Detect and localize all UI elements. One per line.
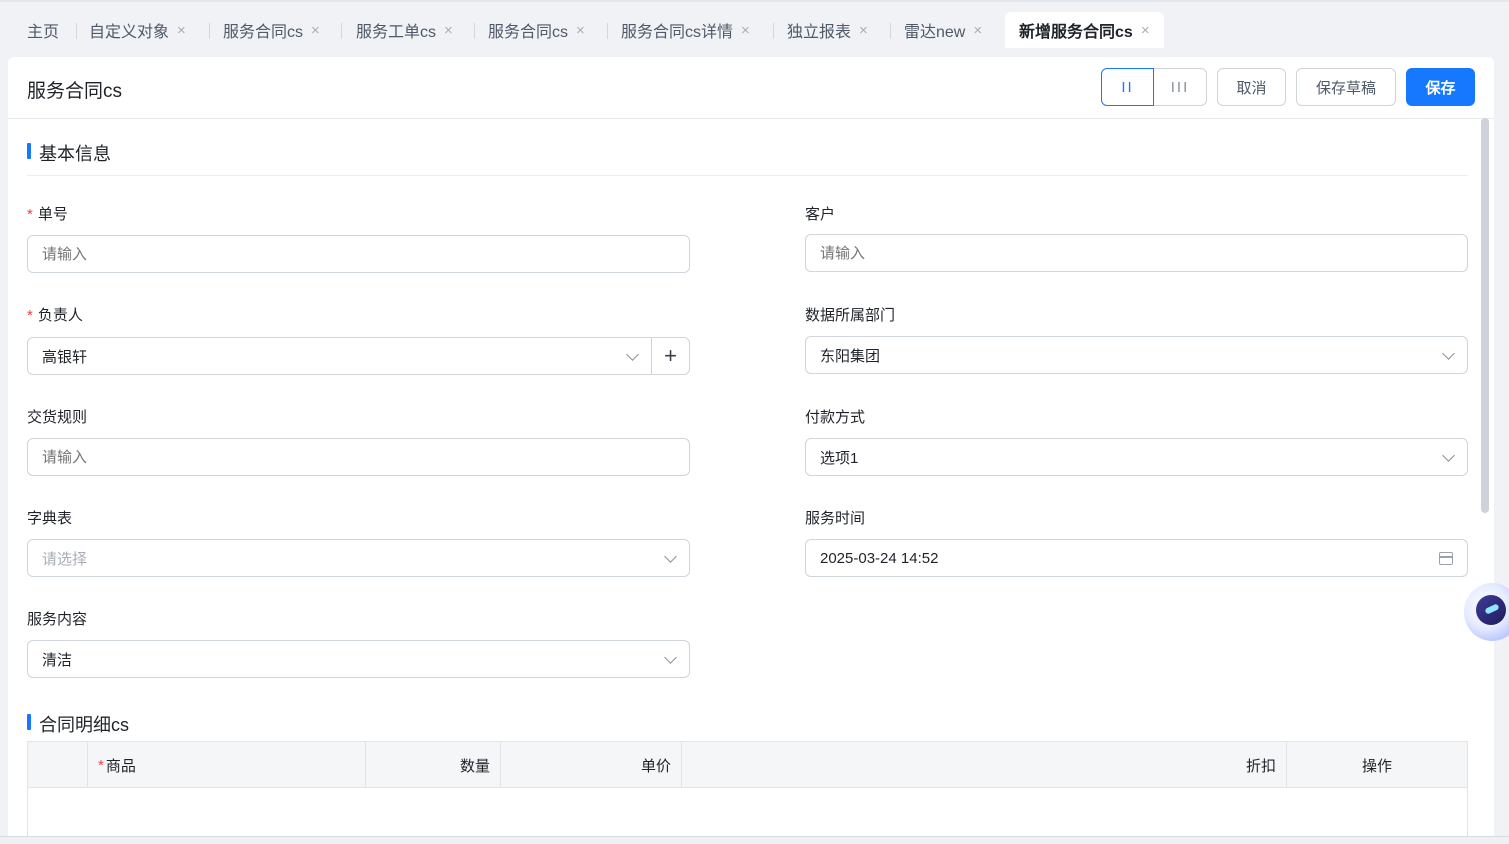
tab-service-contract[interactable]: 服务合同cs × — [223, 12, 320, 48]
tab-label: 服务合同cs — [223, 24, 304, 41]
detail-table: * 商品 数量 单价 折扣 操作 — [27, 741, 1468, 844]
column-header-unit-price: 单价 — [501, 742, 682, 788]
close-icon[interactable]: × — [859, 22, 868, 39]
chevron-down-icon — [664, 651, 677, 664]
payment-value: 选项1 — [820, 449, 859, 467]
tab-new-service-contract[interactable]: 新增服务合同cs × — [1005, 12, 1164, 48]
tab-radar-new[interactable]: 雷达new × — [904, 12, 982, 48]
order-no-label-text: 单号 — [37, 206, 68, 223]
section-title-detail: 合同明细cs — [27, 711, 129, 737]
service-content-select[interactable]: 清洁 — [27, 640, 690, 678]
column-header-discount: 折扣 — [682, 742, 1287, 788]
plus-icon[interactable]: + — [651, 337, 689, 375]
dictionary-placeholder: 请选择 — [42, 550, 88, 568]
tab-label: 服务工单cs — [356, 24, 437, 41]
tab-label: 服务合同cs — [488, 24, 569, 41]
close-icon[interactable]: × — [177, 22, 186, 39]
service-content-value: 清洁 — [42, 651, 73, 669]
tab-service-contract-2[interactable]: 服务合同cs × — [488, 12, 585, 48]
dictionary-select[interactable]: 请选择 — [27, 539, 690, 577]
close-icon[interactable]: × — [973, 22, 982, 39]
form-header: 服务合同cs II III 取消 保存草稿 保存 — [8, 57, 1494, 119]
chevron-down-icon — [1442, 347, 1455, 360]
close-icon[interactable]: × — [576, 22, 585, 39]
three-column-layout-button[interactable]: III — [1154, 68, 1207, 106]
service-time-picker[interactable]: 2025-03-24 14:52 — [805, 539, 1468, 577]
department-label: 数据所属部门 — [805, 307, 896, 324]
bottom-edge — [0, 836, 1509, 844]
tab-home[interactable]: 主页 — [27, 12, 59, 48]
column-header-product-text: 商品 — [105, 757, 136, 775]
cancel-button[interactable]: 取消 — [1217, 68, 1286, 106]
divider — [27, 175, 1468, 176]
order-no-input[interactable] — [27, 235, 690, 273]
delivery-rule-label: 交货规则 — [27, 409, 88, 426]
tab-service-contract-detail[interactable]: 服务合同cs详情 × — [621, 12, 750, 48]
save-draft-button[interactable]: 保存草稿 — [1296, 68, 1396, 106]
calendar-icon — [1439, 552, 1453, 565]
owner-select[interactable]: 高银轩 + — [27, 337, 690, 375]
tab-label: 主页 — [27, 24, 60, 41]
close-icon[interactable]: × — [444, 22, 453, 39]
chevron-down-icon — [1442, 449, 1455, 462]
owner-label-text: 负责人 — [37, 307, 83, 324]
tab-label: 自定义对象 — [89, 24, 170, 41]
dictionary-label: 字典表 — [27, 510, 73, 527]
section-title-basic: 基本信息 — [27, 140, 111, 166]
save-button[interactable]: 保存 — [1406, 68, 1475, 106]
delivery-rule-input[interactable] — [27, 438, 690, 476]
payment-label: 付款方式 — [805, 409, 866, 426]
service-time-label: 服务时间 — [805, 510, 866, 527]
close-icon[interactable]: × — [311, 22, 320, 39]
form-card: 服务合同cs II III 取消 保存草稿 保存 基本信息 *单号 客户 *负责… — [8, 57, 1494, 844]
tab-label: 雷达new — [904, 24, 966, 41]
page-title: 服务合同cs — [27, 81, 123, 102]
tab-standalone-report[interactable]: 独立报表 × — [787, 12, 868, 48]
two-column-layout-button[interactable]: II — [1101, 68, 1154, 106]
customer-input[interactable] — [805, 234, 1468, 272]
owner-label: * 负责人 — [27, 307, 83, 324]
tab-label: 服务合同cs详情 — [621, 24, 734, 41]
table-header-index — [28, 742, 88, 788]
chevron-down-icon — [664, 550, 677, 563]
department-value: 东阳集团 — [820, 347, 881, 365]
tab-label: 新增服务合同cs — [1019, 24, 1133, 41]
scrollbar[interactable] — [1481, 118, 1489, 513]
owner-value: 高银轩 — [42, 348, 88, 366]
column-header-action: 操作 — [1361, 757, 1392, 775]
tab-bar: 主页 自定义对象 × 服务合同cs × 服务工单cs × 服务合同cs × 服务合同cs… — [0, 0, 1509, 48]
order-no-label: * 单号 — [27, 206, 68, 223]
column-header-product: * 商品 — [88, 742, 366, 788]
column-header-quantity: 数量 — [366, 742, 501, 788]
tab-service-workorder[interactable]: 服务工单cs × — [356, 12, 453, 48]
layout-switch: II III — [1101, 68, 1207, 106]
close-icon[interactable]: × — [741, 22, 750, 39]
tab-custom-object[interactable]: 自定义对象 × — [89, 12, 186, 48]
customer-label: 客户 — [805, 206, 836, 223]
close-icon[interactable]: × — [1141, 22, 1150, 39]
department-select[interactable]: 东阳集团 — [805, 336, 1468, 374]
payment-select[interactable]: 选项1 — [805, 438, 1468, 476]
service-content-label: 服务内容 — [27, 611, 88, 628]
service-time-value: 2025-03-24 14:52 — [820, 549, 939, 567]
table-header: * 商品 数量 单价 折扣 操作 — [28, 742, 1467, 788]
chevron-down-icon — [626, 348, 639, 361]
tab-label: 独立报表 — [787, 24, 852, 41]
